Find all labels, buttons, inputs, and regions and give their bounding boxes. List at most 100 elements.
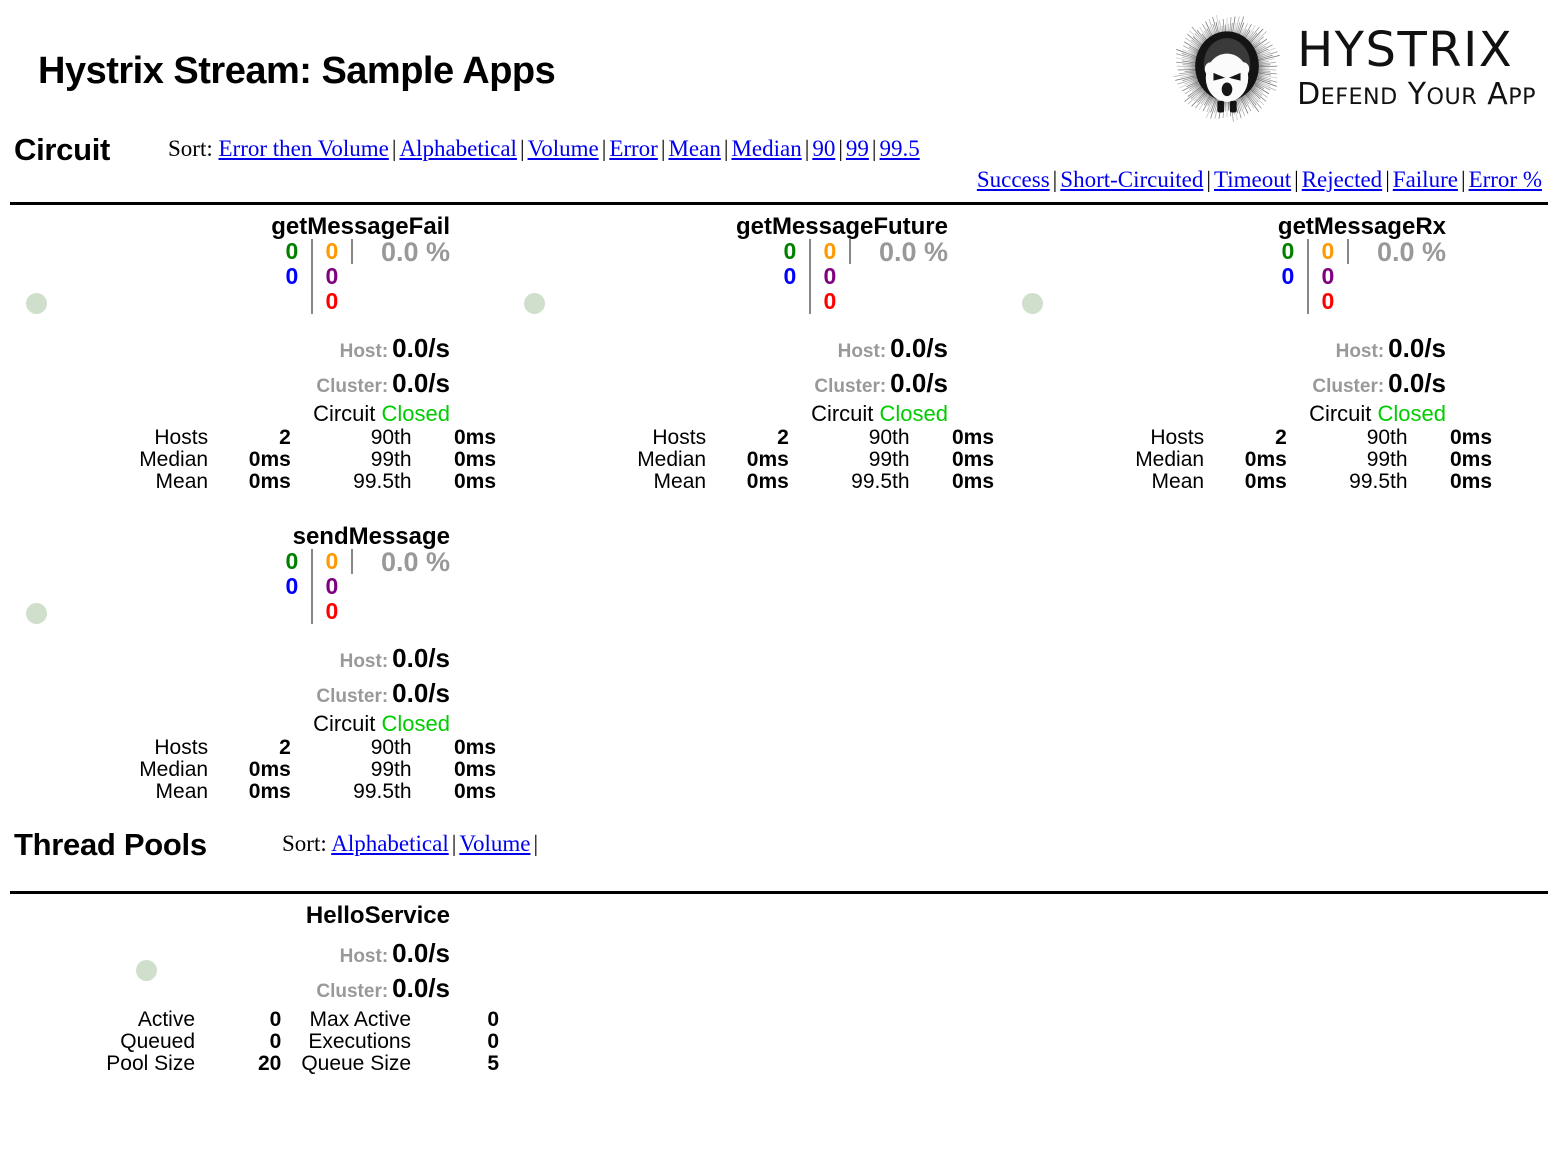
stat-label-90th: 90th <box>297 427 418 449</box>
circuit-status-value: Closed <box>382 401 450 426</box>
host-rate-row: Host:0.0/s <box>340 333 450 364</box>
stat-label-mean: Mean <box>90 781 214 803</box>
error-percentage: 0.0 % <box>369 239 450 266</box>
counter-rejected: 0 <box>1322 264 1335 289</box>
table-row: Queued0Executions0 <box>70 1031 505 1053</box>
page-header: Hystrix Stream: Sample Apps <box>0 0 1554 130</box>
stat-label-executions: Executions <box>287 1031 417 1053</box>
cluster-rate-label: Cluster: <box>1312 376 1384 397</box>
circuit-sort-link-error-then-volume[interactable]: Error then Volume <box>218 136 388 161</box>
circuit-stats-table: Hosts290th0msMedian0ms99th0msMean0ms99.5… <box>90 427 502 493</box>
cluster-rate-row: Cluster:0.0/s <box>316 973 450 1004</box>
circuit-sort-bar: Sort: Error then Volume|Alphabetical|Vol… <box>168 136 920 162</box>
legend-short-circuited[interactable]: Short-Circuited <box>1060 167 1203 192</box>
stat-value-mean: 0ms <box>1210 471 1293 493</box>
stat-value-queue-size: 5 <box>417 1053 505 1075</box>
legend-timeout[interactable]: Timeout <box>1214 167 1291 192</box>
host-rate-row: Host:0.0/s <box>340 643 450 674</box>
circuit-status: Circuit Closed <box>811 401 948 427</box>
threadpool-monitor-grid: HelloServiceHost:0.0/sCluster:0.0/sActiv… <box>0 894 1554 1069</box>
circuit-sparkline-chart <box>18 241 258 401</box>
stat-label-median: Median <box>90 759 214 781</box>
circuit-monitor[interactable]: getMessageFuture00000 0.0 %Host:0.0/sClu… <box>498 205 996 515</box>
circuit-sort-link-90[interactable]: 90 <box>812 136 835 161</box>
stat-value-90th: 0ms <box>916 427 1000 449</box>
cluster-rate-value: 0.0/s <box>392 368 450 398</box>
threadpool-monitor[interactable]: HelloServiceHost:0.0/sCluster:0.0/sActiv… <box>0 894 498 1069</box>
circuit-status-label: Circuit <box>811 401 879 426</box>
cluster-rate-label: Cluster: <box>316 376 388 397</box>
separator: | <box>658 136 669 161</box>
circuit-counters: 00000 0.0 % <box>273 239 450 314</box>
stat-value-99th: 0ms <box>418 449 502 471</box>
cluster-rate-row: Cluster:0.0/s <box>814 368 948 399</box>
cluster-rate-label: Cluster: <box>316 981 388 1002</box>
circuit-monitor[interactable]: sendMessage00000 0.0 %Host:0.0/sCluster:… <box>0 515 498 825</box>
circuit-stats-table: Hosts290th0msMedian0ms99th0msMean0ms99.5… <box>90 737 502 803</box>
stat-label-median: Median <box>90 449 214 471</box>
circuit-status-label: Circuit <box>1309 401 1377 426</box>
stat-value-median: 0ms <box>214 449 297 471</box>
stat-value-995th: 0ms <box>418 471 502 493</box>
counter-short-circuited: 0 <box>1282 264 1295 289</box>
separator: | <box>389 136 400 161</box>
stat-label-995th: 99.5th <box>297 471 418 493</box>
legend-failure[interactable]: Failure <box>1393 167 1458 192</box>
circuit-sparkline-chart <box>18 551 258 711</box>
circuit-heading: Circuit <box>14 132 110 168</box>
separator: | <box>449 831 460 856</box>
separator: | <box>1291 167 1302 192</box>
circuit-sort-link-error[interactable]: Error <box>609 136 658 161</box>
circuit-health-circle <box>524 293 545 314</box>
circuit-sort-link-alphabetical[interactable]: Alphabetical <box>399 136 517 161</box>
cluster-rate-row: Cluster:0.0/s <box>1312 368 1446 399</box>
threadpool-sort-link-volume[interactable]: Volume <box>459 831 530 856</box>
circuit-status: Circuit Closed <box>313 401 450 427</box>
counter-short-circuited: 0 <box>286 574 299 599</box>
counter-failure: 0 <box>1322 289 1335 314</box>
counter-column-left: 00 <box>273 239 311 289</box>
stat-label-max-active: Max Active <box>287 1009 417 1031</box>
stat-label-mean: Mean <box>1086 471 1210 493</box>
circuit-monitor[interactable]: getMessageFail00000 0.0 %Host:0.0/sClust… <box>0 205 498 515</box>
circuit-sort-link-99[interactable]: 99 <box>846 136 869 161</box>
counter-column-left: 00 <box>273 549 311 599</box>
separator: | <box>721 136 732 161</box>
circuit-sort-link-mean[interactable]: Mean <box>668 136 720 161</box>
circuit-counters: 00000 0.0 % <box>1269 239 1446 314</box>
legend-rejected[interactable]: Rejected <box>1302 167 1382 192</box>
circuit-status-label: Circuit <box>313 711 381 736</box>
error-percentage: 0.0 % <box>369 549 450 576</box>
separator: | <box>1382 167 1393 192</box>
host-rate-value: 0.0/s <box>890 333 948 363</box>
circuit-sort-link-99-5[interactable]: 99.5 <box>880 136 920 161</box>
stat-value-pool-size: 20 <box>201 1053 287 1075</box>
circuit-sort-link-median[interactable]: Median <box>731 136 801 161</box>
circuit-stats-table: Hosts290th0msMedian0ms99th0msMean0ms99.5… <box>588 427 1000 493</box>
stat-value-median: 0ms <box>214 759 297 781</box>
stat-label-99th: 99th <box>795 449 916 471</box>
stat-value-90th: 0ms <box>418 737 502 759</box>
cluster-rate-value: 0.0/s <box>890 368 948 398</box>
threadpool-name: HelloService <box>306 902 450 930</box>
table-row: Median0ms99th0ms <box>90 759 502 781</box>
legend-error[interactable]: Error % <box>1469 167 1542 192</box>
legend-success[interactable]: Success <box>977 167 1050 192</box>
stat-value-90th: 0ms <box>418 427 502 449</box>
host-rate-value: 0.0/s <box>392 938 450 968</box>
separator: | <box>869 136 880 161</box>
counter-failure: 0 <box>824 289 837 314</box>
circuit-sort-link-volume[interactable]: Volume <box>528 136 599 161</box>
error-percentage: 0.0 % <box>1365 239 1446 266</box>
counter-success: 0 <box>784 239 797 264</box>
stat-value-995th: 0ms <box>418 781 502 803</box>
counter-column-right: 000 <box>1307 239 1347 314</box>
threadpool-sort-link-alphabetical[interactable]: Alphabetical <box>331 831 449 856</box>
logo-tagline: DEFEND YOUR APP <box>1297 78 1536 111</box>
error-percentage: 0.0 % <box>867 239 948 266</box>
stat-label-90th: 90th <box>795 427 916 449</box>
circuit-monitor[interactable]: getMessageRx00000 0.0 %Host:0.0/sCluster… <box>996 205 1494 515</box>
host-rate-value: 0.0/s <box>1388 333 1446 363</box>
stat-label-pool-size: Pool Size <box>70 1053 201 1075</box>
stat-label-mean: Mean <box>90 471 214 493</box>
